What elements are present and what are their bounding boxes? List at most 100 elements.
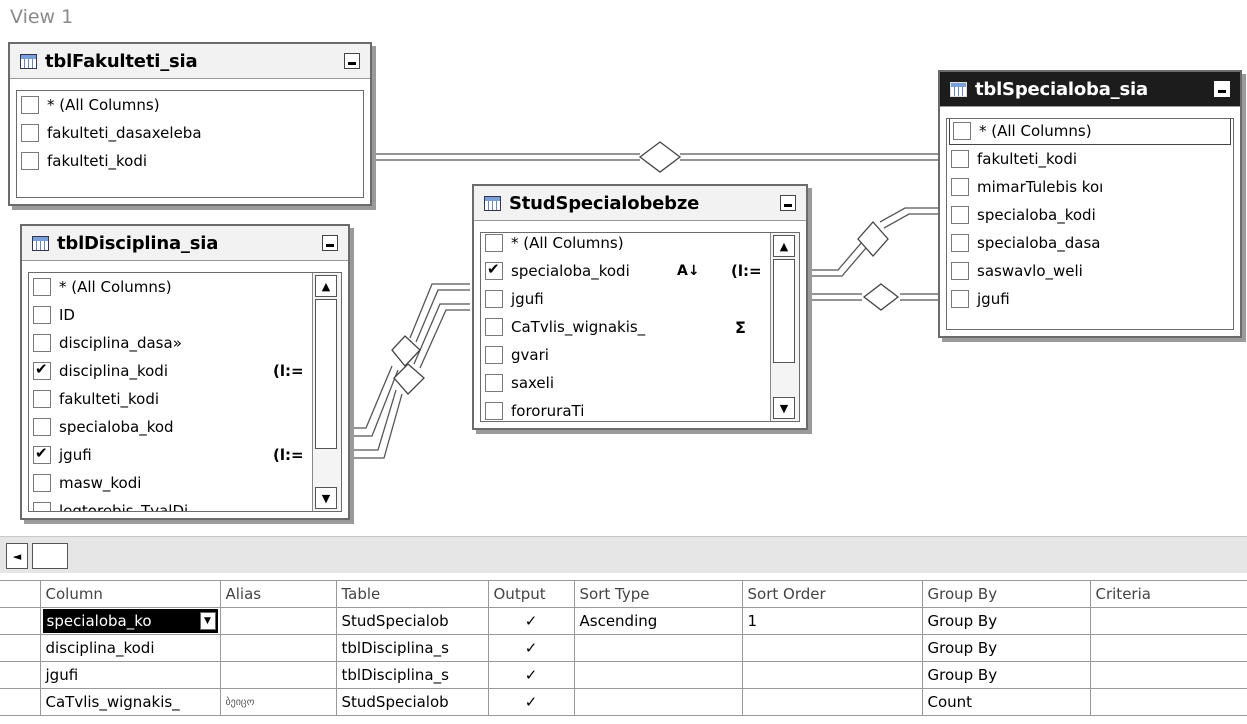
column-checkbox[interactable] bbox=[485, 346, 503, 364]
column-item[interactable]: jgufi (l:= bbox=[29, 441, 313, 469]
column-header[interactable]: Table bbox=[335, 580, 489, 608]
column-item[interactable]: * (All Columns) bbox=[17, 91, 363, 119]
column-checkbox[interactable] bbox=[33, 502, 51, 511]
column-item[interactable]: specialoba_kodi A↓ (l:= bbox=[481, 257, 771, 285]
scroll-left-button[interactable]: ◄ bbox=[6, 543, 28, 569]
minimize-button[interactable] bbox=[322, 235, 338, 251]
scroll-thumb[interactable] bbox=[315, 299, 337, 449]
column-item[interactable]: fakulteti_dasaxeleba bbox=[17, 119, 363, 147]
column-item[interactable]: specialoba_kodi bbox=[947, 201, 1233, 229]
column-item[interactable]: * (All Columns) bbox=[949, 119, 1231, 145]
column-item[interactable]: disciplina_dasa» bbox=[29, 329, 313, 357]
column-checkbox[interactable] bbox=[951, 290, 969, 308]
vertical-scrollbar[interactable]: ▲ ▼ bbox=[770, 233, 799, 421]
column-select[interactable]: specialoba_ko ▼ bbox=[42, 609, 218, 633]
query-diagram-pane[interactable]: tblFakulteti_sia * (All Columns) fakulte… bbox=[0, 36, 1247, 536]
column-cell[interactable]: specialoba_ko ▼ bbox=[39, 607, 221, 635]
table-window-disciplina[interactable]: tblDisciplina_sia * (All Columns) ID dis… bbox=[20, 224, 350, 520]
dropdown-arrow-icon[interactable]: ▼ bbox=[199, 612, 216, 630]
sort-order-cell[interactable]: 1 bbox=[741, 607, 923, 635]
sort-type-cell[interactable] bbox=[573, 661, 743, 689]
column-checkbox[interactable] bbox=[485, 234, 503, 252]
table-cell[interactable]: tblDisciplina_s bbox=[335, 634, 489, 662]
column-cell[interactable]: disciplina_kodi bbox=[39, 634, 221, 662]
column-header[interactable]: Alias bbox=[219, 580, 337, 608]
column-checkbox[interactable] bbox=[33, 418, 51, 436]
column-cell[interactable]: jgufi bbox=[39, 661, 221, 689]
table-title-bar[interactable]: tblSpecialoba_sia bbox=[940, 72, 1240, 107]
table-title-bar[interactable]: tblFakulteti_sia bbox=[10, 44, 370, 79]
column-item[interactable]: jgufi bbox=[947, 285, 1233, 313]
sort-order-cell[interactable] bbox=[741, 661, 923, 689]
column-checkbox[interactable] bbox=[21, 96, 39, 114]
column-checkbox[interactable] bbox=[33, 390, 51, 408]
column-item[interactable]: * (All Columns) bbox=[481, 233, 771, 257]
grid-row[interactable]: specialoba_ko ▼ StudSpecialob ✓ Ascendin… bbox=[0, 607, 1247, 635]
alias-cell[interactable] bbox=[219, 661, 337, 689]
scroll-thumb[interactable] bbox=[773, 259, 795, 363]
sort-type-cell[interactable] bbox=[573, 634, 743, 662]
column-item[interactable]: specialoba_dasa bbox=[947, 229, 1233, 257]
alias-cell[interactable] bbox=[219, 607, 337, 635]
table-cell[interactable]: StudSpecialob bbox=[335, 607, 489, 635]
row-header[interactable] bbox=[0, 661, 41, 689]
table-cell[interactable]: tblDisciplina_s bbox=[335, 661, 489, 689]
scroll-up-button[interactable]: ▲ bbox=[315, 275, 337, 297]
column-checkbox[interactable] bbox=[21, 124, 39, 142]
column-item[interactable]: gvari bbox=[481, 341, 771, 369]
sort-order-cell[interactable] bbox=[741, 688, 923, 716]
column-item[interactable]: masw_kodi bbox=[29, 469, 313, 497]
group-by-cell[interactable]: Count bbox=[921, 688, 1091, 716]
output-checkbox[interactable]: ✓ bbox=[487, 661, 575, 689]
column-item[interactable]: CaTvlis_wignakis_ Σ bbox=[481, 313, 771, 341]
table-cell[interactable]: StudSpecialob bbox=[335, 688, 489, 716]
alias-cell[interactable] bbox=[219, 634, 337, 662]
grid-row[interactable]: CaTvlis_wignakis_ ბეიცო StudSpecialob ✓ … bbox=[0, 688, 1247, 716]
column-header[interactable]: Group By bbox=[921, 580, 1091, 608]
column-checkbox[interactable] bbox=[21, 152, 39, 170]
grid-row[interactable]: disciplina_kodi tblDisciplina_s ✓ Group … bbox=[0, 634, 1247, 662]
column-checkbox[interactable] bbox=[485, 402, 503, 420]
column-item[interactable]: ID bbox=[29, 301, 313, 329]
column-item[interactable]: saxeli bbox=[481, 369, 771, 397]
row-header[interactable] bbox=[0, 688, 41, 716]
table-title-bar[interactable]: StudSpecialobebze bbox=[474, 186, 806, 221]
column-header[interactable]: Criteria bbox=[1089, 580, 1247, 608]
minimize-button[interactable] bbox=[344, 53, 360, 69]
row-header[interactable] bbox=[0, 607, 41, 635]
column-item[interactable]: disciplina_kodi (l:= bbox=[29, 357, 313, 385]
diagram-horizontal-scrollbar[interactable]: ◄ bbox=[0, 536, 1247, 573]
scroll-up-button[interactable]: ▲ bbox=[773, 235, 795, 257]
column-checkbox[interactable] bbox=[485, 290, 503, 308]
column-item[interactable]: fakulteti_kodi bbox=[947, 145, 1233, 173]
column-item[interactable]: fakulteti_kodi bbox=[29, 385, 313, 413]
row-header[interactable] bbox=[0, 634, 41, 662]
table-window-stud-specialobebze[interactable]: StudSpecialobebze * (All Columns) specia… bbox=[472, 184, 808, 430]
column-checkbox[interactable] bbox=[33, 334, 51, 352]
column-header[interactable]: Sort Type bbox=[573, 580, 743, 608]
grid-row[interactable]: jgufi tblDisciplina_s ✓ Group By bbox=[0, 661, 1247, 689]
column-checkbox[interactable] bbox=[951, 262, 969, 280]
column-checkbox[interactable] bbox=[33, 306, 51, 324]
column-item[interactable]: fororuraTi bbox=[481, 397, 771, 421]
column-checkbox[interactable] bbox=[33, 278, 51, 296]
output-checkbox[interactable]: ✓ bbox=[487, 634, 575, 662]
column-checkbox[interactable] bbox=[33, 444, 51, 464]
column-item[interactable]: jgufi bbox=[481, 285, 771, 313]
table-window-specialoba[interactable]: tblSpecialoba_sia * (All Columns) fakult… bbox=[938, 70, 1242, 338]
column-checkbox[interactable] bbox=[33, 474, 51, 492]
output-checkbox[interactable]: ✓ bbox=[487, 688, 575, 716]
table-title-bar[interactable]: tblDisciplina_sia bbox=[22, 226, 348, 261]
column-checkbox[interactable] bbox=[485, 374, 503, 392]
column-item[interactable]: specialoba_kod bbox=[29, 413, 313, 441]
column-checkbox[interactable] bbox=[951, 206, 969, 224]
sort-type-cell[interactable] bbox=[573, 688, 743, 716]
column-item[interactable]: mimarTulebis koı bbox=[947, 173, 1233, 201]
vertical-scrollbar[interactable]: ▲ ▼ bbox=[312, 273, 341, 511]
column-checkbox[interactable] bbox=[951, 178, 969, 196]
scroll-down-button[interactable]: ▼ bbox=[773, 397, 795, 419]
output-checkbox[interactable]: ✓ bbox=[487, 607, 575, 635]
criteria-cell[interactable] bbox=[1089, 607, 1247, 635]
alias-cell[interactable]: ბეიცო bbox=[219, 688, 337, 716]
sort-type-cell[interactable]: Ascending bbox=[573, 607, 743, 635]
